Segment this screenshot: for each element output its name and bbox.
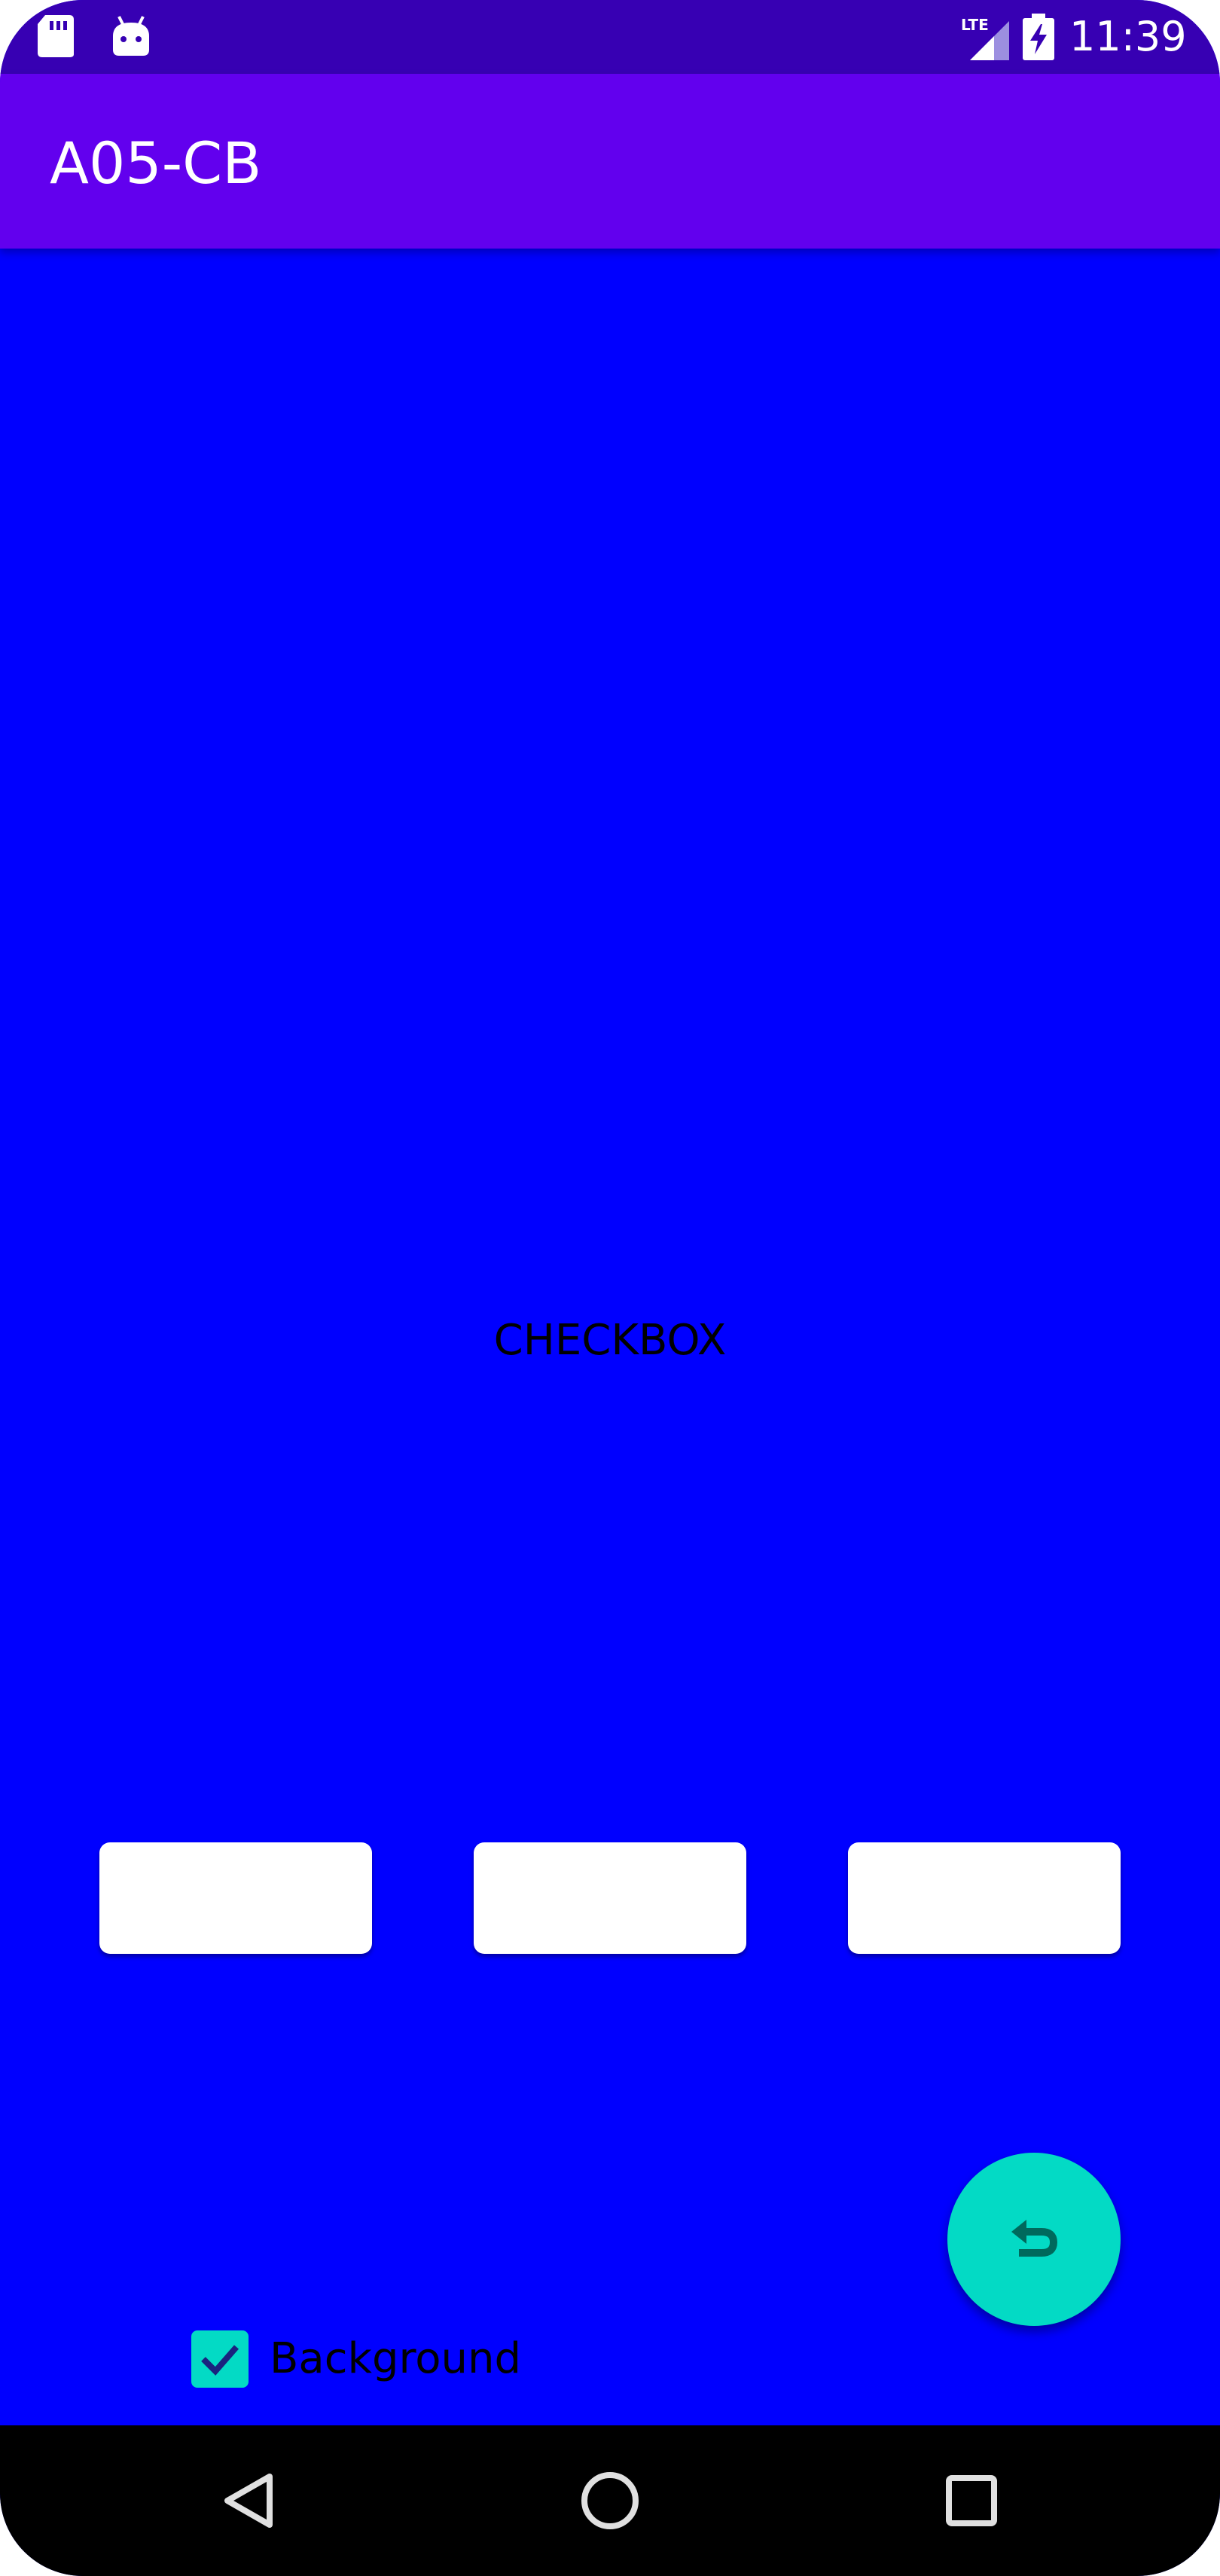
lte-signal-icon: LTE	[961, 16, 1009, 60]
home-icon[interactable]	[572, 2463, 648, 2538]
svg-text:LTE: LTE	[961, 16, 989, 34]
button-1[interactable]	[99, 1842, 372, 1954]
android-icon	[113, 16, 149, 56]
background-checkbox-row[interactable]: Background	[191, 2330, 643, 2391]
app-title: A05-CB	[50, 130, 262, 197]
background-checkbox[interactable]	[191, 2330, 249, 2388]
center-label: CHECKBOX	[493, 1316, 727, 1365]
battery-charging-icon	[1023, 14, 1054, 60]
app-bar: A05-CB	[0, 74, 1220, 249]
undo-icon	[1011, 2220, 1058, 2257]
status-bar: LTE 11:39	[0, 0, 1220, 74]
undo-fab[interactable]	[947, 2153, 1121, 2326]
check-icon	[201, 2345, 239, 2376]
back-icon[interactable]	[211, 2463, 286, 2538]
sd-card-icon	[38, 15, 74, 57]
navigation-bar	[0, 2425, 1220, 2576]
checkbox-label: Background	[270, 2334, 522, 2383]
screen: LTE 11:39 A05-CB CHECKBOX Background	[0, 0, 1220, 2576]
button-2[interactable]	[474, 1842, 746, 1954]
button-3[interactable]	[848, 1842, 1121, 1954]
recents-icon[interactable]	[934, 2463, 1009, 2538]
status-time: 11:39	[1069, 13, 1187, 60]
